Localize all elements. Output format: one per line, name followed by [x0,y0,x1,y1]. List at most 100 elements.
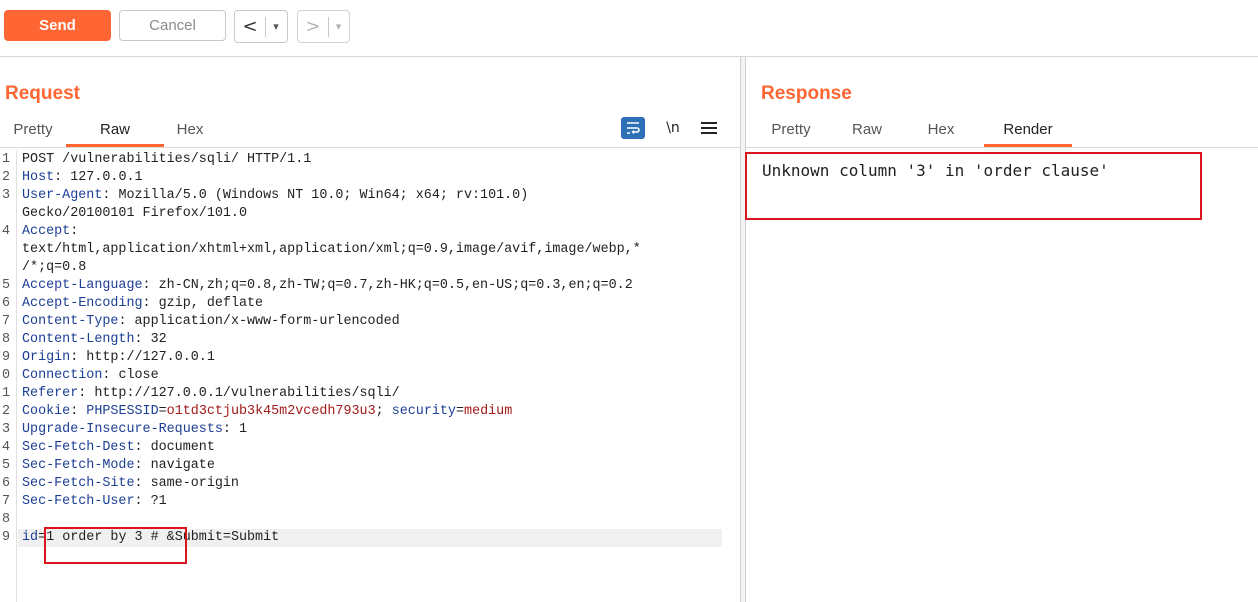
raw-text: POST /vulnerabilities/sqli/ HTTP/1.1 [22,152,312,167]
back-dropdown-glyph: ▾ [273,20,279,33]
forward-dropdown-icon[interactable]: ▾ [329,11,348,42]
header-name: User-Agent [22,188,103,203]
header-separator: : [70,350,87,365]
header-name: Sec-Fetch-Dest [22,440,135,455]
header-value: ?1 [150,494,167,509]
back-icon[interactable]: < [235,11,265,42]
body-param-name: id [22,530,39,545]
line-content: Accept-Language: zh-CN,zh;q=0.8,zh-TW;q=… [22,277,633,295]
line-number: 5 [2,458,11,473]
send-button[interactable]: Send [4,10,111,41]
cookie-value: medium [464,404,513,419]
header-name: Upgrade-Insecure-Requests [22,422,223,437]
header-separator: : [222,422,239,437]
header-name: Content-Type [22,314,119,329]
line-content: Origin: http://127.0.0.1 [22,349,215,367]
tab-response-hex[interactable]: Hex [898,115,984,145]
cookie-divider: ; [375,404,392,419]
header-name: Cookie [22,404,71,419]
tab-response-pretty[interactable]: Pretty [746,115,836,145]
header-separator: : [102,188,119,203]
header-value: close [118,368,159,383]
header-value: navigate [150,458,215,473]
line-content: Host: 127.0.0.1 [22,169,143,187]
request-tab-rule [0,147,740,148]
header-name: Accept-Language [22,278,143,293]
line-content: text/html,application/xhtml+xml,applicat… [22,241,641,259]
back-history-group: < ▾ [234,10,288,43]
header-value: http://127.0.0.1/vulnerabilities/sqli/ [94,386,400,401]
line-number: 8 [2,332,11,347]
line-content: Sec-Fetch-Dest: document [22,439,215,457]
header-separator: : [134,458,151,473]
raw-text: text/html,application/xhtml+xml,applicat… [22,242,641,257]
response-title: Response [761,83,852,104]
line-content: Cookie: PHPSESSID=o1td3ctjub3k45m2vcedh7… [22,403,512,421]
header-name: Accept-Encoding [22,296,143,311]
tab-request-hex[interactable]: Hex [164,115,216,145]
line-number: 1 [2,152,11,167]
line-content: Sec-Fetch-Mode: navigate [22,457,215,475]
cookie-equals: = [455,404,465,419]
newline-toggle-icon[interactable]: \n [663,117,683,139]
back-dropdown-icon[interactable]: ▾ [266,11,286,42]
header-name: Sec-Fetch-Site [22,476,135,491]
line-content: Accept: [22,223,78,241]
header-separator: : [134,476,151,491]
header-name: Connection [22,368,103,383]
wrap-lines-icon[interactable] [621,117,645,139]
line-content: Sec-Fetch-Site: same-origin [22,475,239,493]
header-separator: : [102,368,119,383]
line-number: 1 [2,386,11,401]
line-number: 4 [2,224,11,239]
header-value: document [150,440,215,455]
header-value: 1 [238,422,248,437]
header-separator: : [118,314,135,329]
menu-icon[interactable] [701,117,717,139]
header-separator: : [142,278,159,293]
header-value: same-origin [150,476,239,491]
header-value: http://127.0.0.1 [86,350,215,365]
header-value: zh-CN,zh;q=0.8,zh-TW;q=0.7,zh-HK;q=0.5,e… [158,278,633,293]
line-content: Connection: close [22,367,159,385]
line-number: 7 [2,314,11,329]
payload-highlight-box [44,527,187,564]
line-content: POST /vulnerabilities/sqli/ HTTP/1.1 [22,151,311,169]
line-content: Accept-Encoding: gzip, deflate [22,295,263,313]
raw-text: Gecko/20100101 Firefox/101.0 [22,206,247,221]
forward-dropdown-glyph: ▾ [335,20,342,33]
line-number: 6 [2,296,11,311]
line-content: Upgrade-Insecure-Requests: 1 [22,421,247,439]
line-number: 5 [2,278,11,293]
header-name: Referer [22,386,79,401]
line-content: Sec-Fetch-User: ?1 [22,493,167,511]
line-number: 8 [2,512,11,527]
forward-icon[interactable]: > [298,11,328,42]
line-number: 0 [2,368,11,383]
tab-response-raw[interactable]: Raw [836,115,898,145]
cancel-button[interactable]: Cancel [119,10,226,41]
cookie-name: security [391,404,456,419]
request-tools: \n [621,117,717,139]
tab-request-raw[interactable]: Raw [66,115,164,147]
line-number: 2 [2,170,11,185]
header-separator: : [70,224,79,239]
line-number: 7 [2,494,11,509]
header-name: Sec-Fetch-User [22,494,135,509]
newline-toggle-label: \n [666,120,680,136]
request-title: Request [5,83,80,104]
tab-response-render[interactable]: Render [984,115,1072,147]
line-content: Gecko/20100101 Firefox/101.0 [22,205,247,223]
request-tabs: Pretty Raw Hex [0,115,216,147]
line-number: 6 [2,476,11,491]
cookie-name: PHPSESSID [86,404,159,419]
toolbar: Send Cancel < ▾ > ▾ [0,0,1258,57]
header-name: Accept [22,224,71,239]
header-separator: : [70,404,87,419]
line-content: Content-Type: application/x-www-form-url… [22,313,400,331]
header-value: 32 [150,332,167,347]
tab-request-pretty[interactable]: Pretty [0,115,66,145]
header-value: Mozilla/5.0 (Windows NT 10.0; Win64; x64… [118,188,529,203]
header-separator: : [134,332,151,347]
header-value: gzip, deflate [158,296,264,311]
